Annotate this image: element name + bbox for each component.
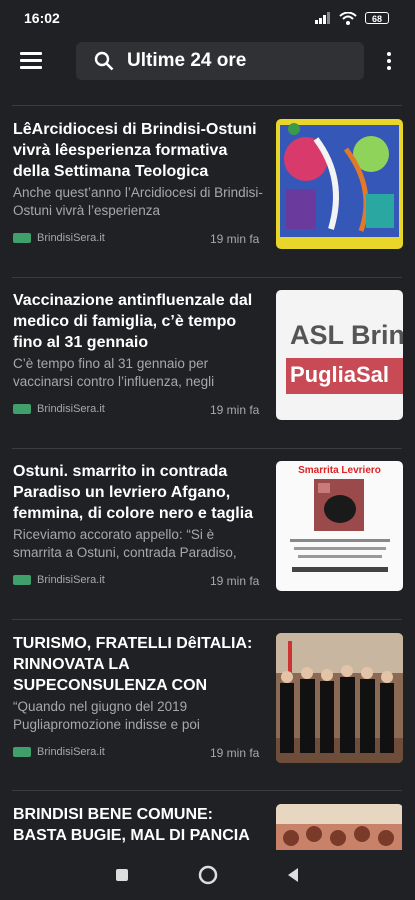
article-source: BrindisiSera.it: [13, 746, 105, 758]
article-title: BRINDISI BENE COMUNE: BASTA BUGIE, MAL D…: [13, 806, 250, 844]
search-text: Ultime 24 ore: [127, 50, 247, 71]
article-time: 19 min fa: [210, 232, 260, 246]
source-label: BrindisiSera.it: [37, 746, 105, 758]
tag-icon: [13, 404, 31, 414]
article-source: BrindisiSera.it: [13, 574, 105, 586]
source-label: BrindisiSera.it: [37, 232, 105, 244]
status-icons: 68: [315, 11, 389, 25]
article-title: Vaccinazione antinfluenzale dal medico d…: [13, 292, 253, 351]
divider: [12, 105, 402, 106]
more-vert-icon[interactable]: [387, 52, 393, 73]
home-nav-icon[interactable]: [198, 865, 218, 885]
article-snippet: C’è tempo fino al 31 gennaio per vaccina…: [13, 356, 215, 389]
thumb-title: Smarrita Levriero: [298, 465, 381, 476]
article-time: 19 min fa: [210, 403, 260, 417]
article-snippet: “Quando nel giugno del 2019 Pugliapromoz…: [13, 699, 200, 732]
article-card[interactable]: LêArcidiocesi di Brindisi-Ostuni vivrà l…: [12, 119, 403, 269]
divider: [12, 619, 402, 620]
article-thumbnail[interactable]: [276, 804, 402, 850]
app-bar: Ultime 24 ore: [0, 38, 415, 88]
article-card[interactable]: TURISMO, FRATELLI DêITALIA: RINNOVATA LA…: [12, 633, 403, 783]
navigation-bar: [0, 850, 415, 900]
status-time: 16:02: [24, 10, 60, 26]
article-thumbnail[interactable]: [276, 633, 403, 763]
article-card[interactable]: Vaccinazione antinfluenzale dal medico d…: [12, 290, 403, 440]
article-source: BrindisiSera.it: [13, 403, 105, 415]
divider: [12, 277, 402, 278]
battery-icon: 68: [365, 12, 389, 24]
wifi-icon: [339, 11, 357, 25]
divider: [12, 790, 402, 791]
source-label: BrindisiSera.it: [37, 403, 105, 415]
back-nav-icon[interactable]: [286, 867, 300, 883]
article-snippet: Anche quest’anno l’Arcidiocesi di Brindi…: [13, 185, 263, 218]
article-snippet: Riceviamo accorato appello: “Si è smarri…: [13, 527, 237, 560]
article-time: 19 min fa: [210, 574, 260, 588]
article-card[interactable]: Ostuni. smarrito in contrada Paradiso un…: [12, 461, 403, 611]
article-source: BrindisiSera.it: [13, 232, 105, 244]
search-icon: [94, 51, 114, 71]
article-thumbnail[interactable]: [276, 119, 403, 249]
article-card[interactable]: BRINDISI BENE COMUNE: BASTA BUGIE, MAL D…: [12, 804, 402, 850]
article-time: 19 min fa: [210, 746, 260, 760]
search-bar[interactable]: Ultime 24 ore: [76, 42, 364, 80]
divider: [12, 448, 402, 449]
article-thumbnail[interactable]: ASL Brin PugliaSal: [276, 290, 403, 420]
signal-icon: [315, 12, 330, 24]
article-title: LêArcidiocesi di Brindisi-Ostuni vivrà l…: [13, 121, 257, 180]
thumb-puglia-text: PugliaSal: [290, 362, 390, 387]
status-bar: 16:02 68: [0, 0, 415, 36]
square-nav-icon[interactable]: [115, 868, 129, 882]
article-thumbnail[interactable]: Smarrita Levriero: [276, 461, 403, 591]
tag-icon: [13, 747, 31, 757]
article-title: Ostuni. smarrito in contrada Paradiso un…: [13, 463, 254, 522]
thumb-asl-text: ASL Brin: [290, 320, 403, 350]
tag-icon: [13, 233, 31, 243]
source-label: BrindisiSera.it: [37, 574, 105, 586]
tag-icon: [13, 575, 31, 585]
menu-icon[interactable]: [20, 52, 42, 70]
article-title: TURISMO, FRATELLI DêITALIA: RINNOVATA LA…: [13, 635, 253, 694]
